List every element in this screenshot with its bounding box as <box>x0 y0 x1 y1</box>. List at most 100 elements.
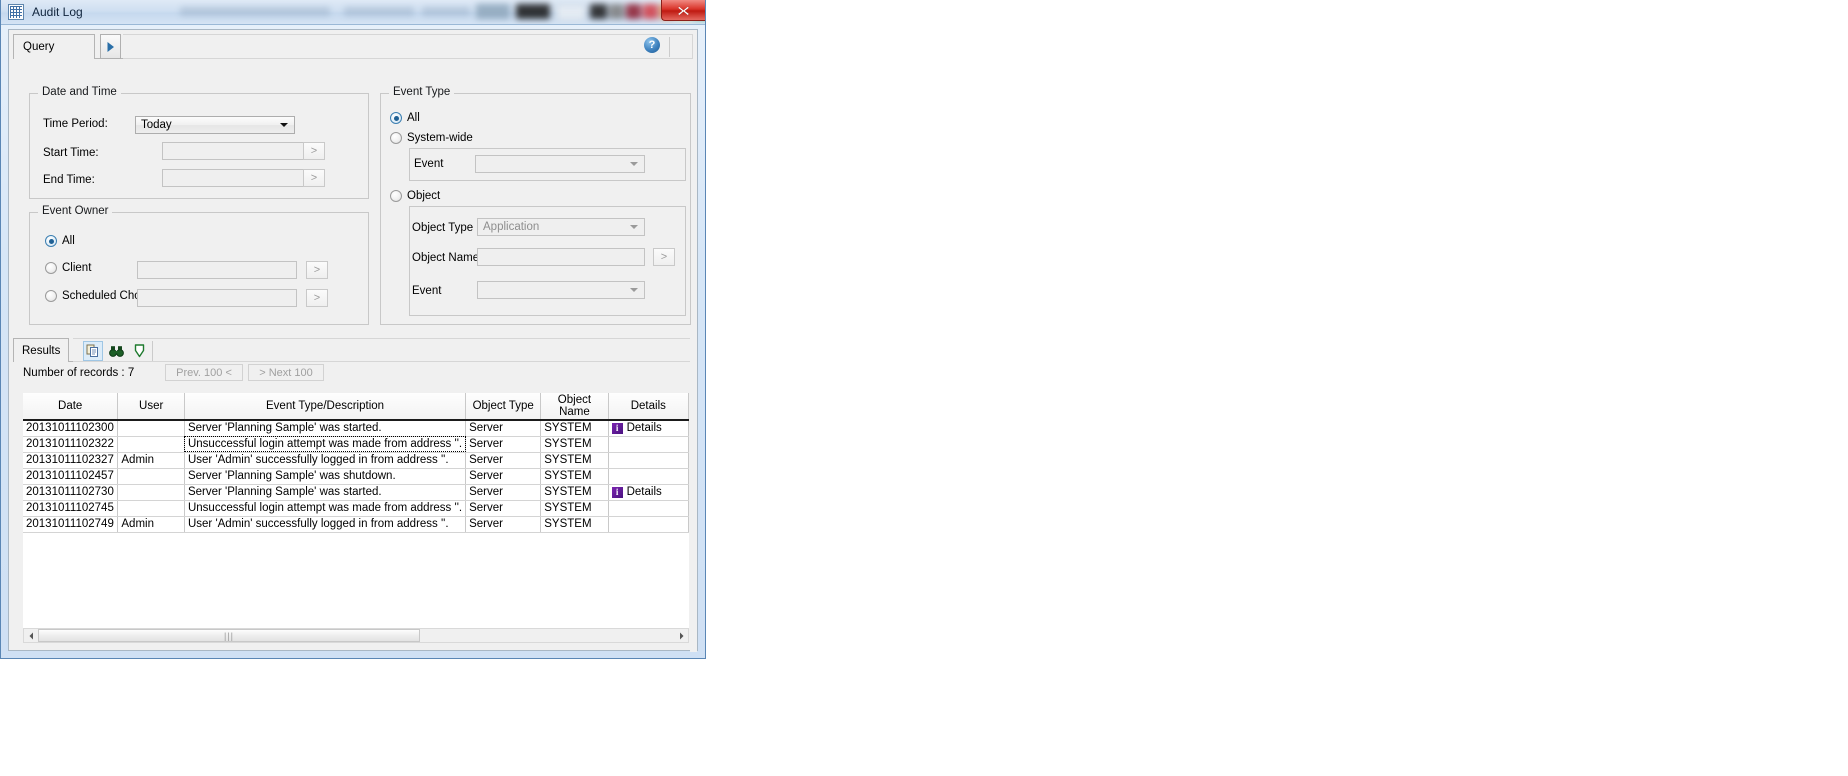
table-row[interactable]: 20131011102327 Admin User 'Admin' successf… <box>23 452 689 469</box>
cell-object-name[interactable]: SYSTEM <box>540 516 609 533</box>
table-row[interactable]: 20131011102730 Server 'Planning Sample' w… <box>23 484 689 501</box>
column-header-description[interactable]: Event Type/Description <box>184 393 467 421</box>
scroll-right-button[interactable] <box>674 629 688 642</box>
cell-object-name[interactable]: SYSTEM <box>540 452 609 469</box>
cell-object-name[interactable]: SYSTEM <box>540 500 609 517</box>
scroll-left-button[interactable] <box>24 629 38 642</box>
event-owner-client-input[interactable] <box>137 261 297 279</box>
cell-object-name-text: SYSTEM <box>544 486 592 498</box>
cell-object-type[interactable]: Server <box>465 484 542 501</box>
object-event-dropdown[interactable] <box>477 281 645 299</box>
cell-user[interactable] <box>117 436 185 453</box>
event-owner-radio-all[interactable]: All <box>45 235 75 247</box>
tab-query[interactable]: Query <box>13 34 95 59</box>
cell-user[interactable]: Admin <box>117 516 185 533</box>
cell-description[interactable]: User 'Admin' successfully logged in from… <box>184 452 467 469</box>
column-header-date[interactable]: Date <box>23 393 119 421</box>
column-header-object-type[interactable]: Object Type <box>465 393 542 421</box>
start-time-browse-button[interactable]: > <box>303 142 325 160</box>
cell-date[interactable]: 20131011102745 <box>23 500 119 517</box>
cell-description[interactable]: Server 'Planning Sample' was shutdown. <box>184 468 467 485</box>
cell-description[interactable]: Unsuccessful login attempt was made from… <box>184 500 467 517</box>
system-wide-event-dropdown[interactable] <box>475 155 645 173</box>
column-header-details[interactable]: Details <box>608 393 689 421</box>
cell-description[interactable]: Server 'Planning Sample' was started. <box>184 484 467 501</box>
cell-description[interactable]: Server 'Planning Sample' was started. <box>184 420 467 437</box>
cell-details[interactable] <box>608 436 689 453</box>
event-type-radio-system-wide[interactable]: System-wide <box>390 132 473 144</box>
table-row[interactable]: 20131011102300 Server 'Planning Sample' w… <box>23 420 689 437</box>
table-row[interactable]: 20131011102749 Admin User 'Admin' successf… <box>23 516 689 533</box>
table-row[interactable]: 20131011102322 Unsuccessful login attempt… <box>23 436 689 453</box>
horizontal-scrollbar[interactable]: ||| <box>23 628 689 643</box>
cell-object-type[interactable]: Server <box>465 436 542 453</box>
next-page-button[interactable]: > Next 100 <box>248 364 324 381</box>
results-grid[interactable]: Date User Event Type/Description Object … <box>23 393 689 633</box>
event-owner-radio-client[interactable]: Client <box>45 262 91 274</box>
cell-date[interactable]: 20131011102730 <box>23 484 119 501</box>
cell-user[interactable] <box>117 468 185 485</box>
cell-object-type-text: Server <box>469 502 503 514</box>
event-type-radio-object[interactable]: Object <box>390 190 440 202</box>
cell-user[interactable]: Admin <box>117 452 185 469</box>
object-name-input[interactable] <box>477 248 645 266</box>
scrollbar-track[interactable]: ||| <box>38 629 674 642</box>
table-row[interactable]: 20131011102457 Server 'Planning Sample' w… <box>23 468 689 485</box>
event-owner-scheduled-chore-input[interactable] <box>137 289 297 307</box>
end-time-browse-label: > <box>310 172 318 184</box>
prev-page-button[interactable]: Prev. 100 < <box>165 364 243 381</box>
column-header-object-name[interactable]: Object Name <box>540 393 609 421</box>
cell-details[interactable]: i Details <box>608 420 689 437</box>
cell-object-name[interactable]: SYSTEM <box>540 468 609 485</box>
table-row[interactable]: 20131011102745 Unsuccessful login attempt… <box>23 500 689 517</box>
event-type-radio-all[interactable]: All <box>390 112 420 124</box>
cell-object-type[interactable]: Server <box>465 420 542 437</box>
cell-date[interactable]: 20131011102749 <box>23 516 119 533</box>
end-time-browse-button[interactable]: > <box>303 169 325 187</box>
cell-object-type-text: Server <box>469 486 503 498</box>
cell-details[interactable]: i Details <box>608 484 689 501</box>
cell-object-type[interactable]: Server <box>465 452 542 469</box>
copy-icon <box>86 344 98 357</box>
cell-date[interactable]: 20131011102300 <box>23 420 119 437</box>
time-period-dropdown[interactable]: Today <box>135 116 295 134</box>
cell-object-type[interactable]: Server <box>465 516 542 533</box>
cell-date[interactable]: 20131011102457 <box>23 468 119 485</box>
cell-user[interactable] <box>117 484 185 501</box>
start-time-input[interactable] <box>162 142 317 160</box>
close-button[interactable] <box>661 0 705 21</box>
event-owner-radio-scheduled-chore[interactable]: Scheduled Chore <box>45 290 151 302</box>
cell-user[interactable] <box>117 420 185 437</box>
column-header-user[interactable]: User <box>117 393 185 421</box>
window-titlebar[interactable]: Audit Log <box>1 0 705 25</box>
export-button[interactable] <box>129 341 149 361</box>
cell-description[interactable]: User 'Admin' successfully logged in from… <box>184 516 467 533</box>
cell-object-type[interactable]: Server <box>465 468 542 485</box>
end-time-input[interactable] <box>162 169 317 187</box>
cell-object-type[interactable]: Server <box>465 500 542 517</box>
event-owner-client-browse-button[interactable]: > <box>306 261 328 279</box>
tab-results[interactable]: Results <box>13 338 69 362</box>
toolbar-separator <box>669 37 670 57</box>
run-query-button[interactable] <box>100 34 121 59</box>
cell-description[interactable]: Unsuccessful login attempt was made from… <box>184 436 467 453</box>
details-link[interactable]: i Details <box>611 486 685 498</box>
scrollbar-thumb[interactable]: ||| <box>38 629 420 642</box>
event-owner-scheduled-chore-browse-button[interactable]: > <box>306 289 328 307</box>
cell-date[interactable]: 20131011102322 <box>23 436 119 453</box>
cell-date[interactable]: 20131011102327 <box>23 452 119 469</box>
cell-details[interactable] <box>608 516 689 533</box>
object-name-browse-button[interactable]: > <box>653 248 675 266</box>
cell-details[interactable] <box>608 452 689 469</box>
details-link[interactable]: i Details <box>611 422 685 434</box>
cell-details[interactable] <box>608 500 689 517</box>
cell-object-name[interactable]: SYSTEM <box>540 436 609 453</box>
cell-object-name[interactable]: SYSTEM <box>540 484 609 501</box>
object-type-dropdown[interactable]: Application <box>477 218 645 236</box>
cell-user[interactable] <box>117 500 185 517</box>
copy-button[interactable] <box>83 341 103 361</box>
cell-object-name[interactable]: SYSTEM <box>540 420 609 437</box>
cell-details[interactable] <box>608 468 689 485</box>
find-button[interactable] <box>106 341 126 361</box>
help-button[interactable]: ? <box>644 37 661 54</box>
